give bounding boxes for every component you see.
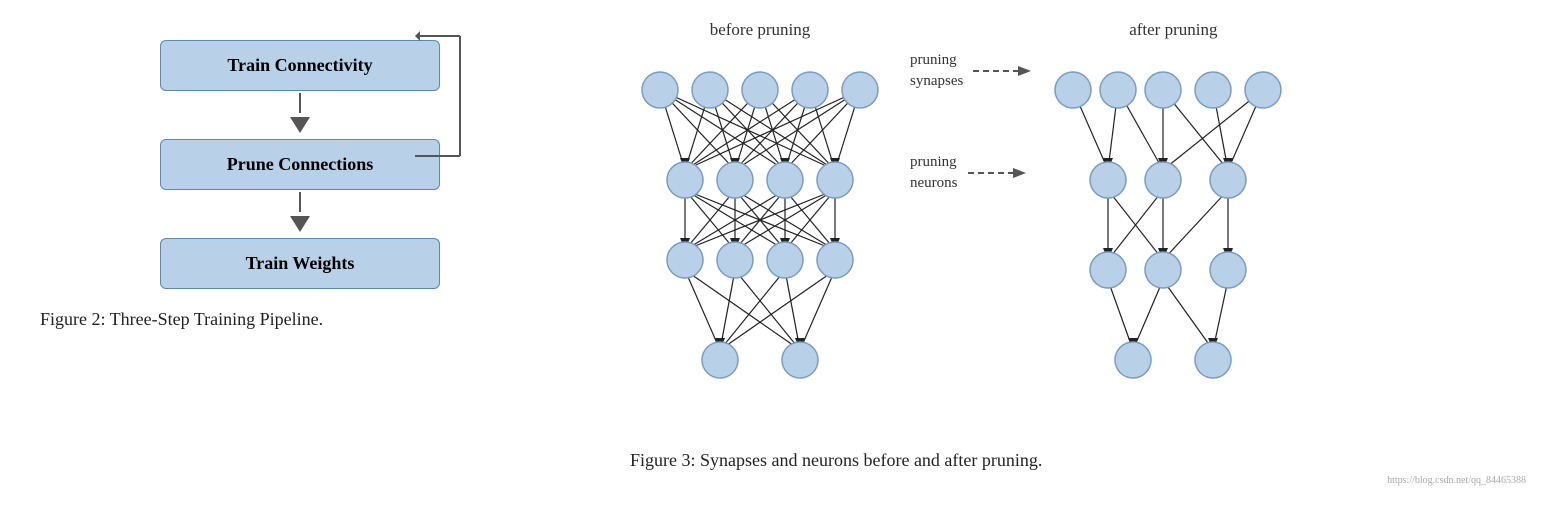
pruning-synapses-label-item: pruningsynapses [910,50,1033,92]
arrow-1 [290,93,310,137]
pruning-labels: pruningsynapses pruningneurons [890,50,1053,194]
feedback-container: Prune Connections Train Weights [130,139,470,289]
arrow-2 [290,192,310,236]
dashed-arrow-neurons [968,163,1028,183]
neural-diagrams: before pruning [630,20,1526,436]
after-network-svg [1053,50,1293,420]
before-label: before pruning [710,20,811,40]
train-weights-box: Train Weights [160,238,440,289]
right-panel: before pruning [600,0,1556,506]
pruning-synapses-text: pruningsynapses [910,50,963,92]
figure-2-caption: Figure 2: Three-Step Training Pipeline. [40,309,560,330]
after-pruning-section: after pruning [1053,20,1293,420]
figure-3-caption: Figure 3: Synapses and neurons before an… [630,450,1526,471]
watermark: https://blog.csdn.net/qq_84465388 [630,475,1526,486]
left-panel: Train Connectivity Prune Connections Tra… [0,0,600,506]
before-pruning-section: before pruning [630,20,890,420]
prune-connections-box: Prune Connections [160,139,440,190]
pruning-neurons-label-item: pruningneurons [910,152,1033,194]
dashed-arrow-synapses [973,61,1033,81]
before-network-svg [630,50,890,420]
after-label: after pruning [1129,20,1217,40]
train-connectivity-box: Train Connectivity [160,40,440,91]
feedback-arrow-svg [415,21,470,171]
flow-diagram: Train Connectivity Prune Connections Tra… [40,40,560,289]
pruning-neurons-text: pruningneurons [910,152,958,194]
